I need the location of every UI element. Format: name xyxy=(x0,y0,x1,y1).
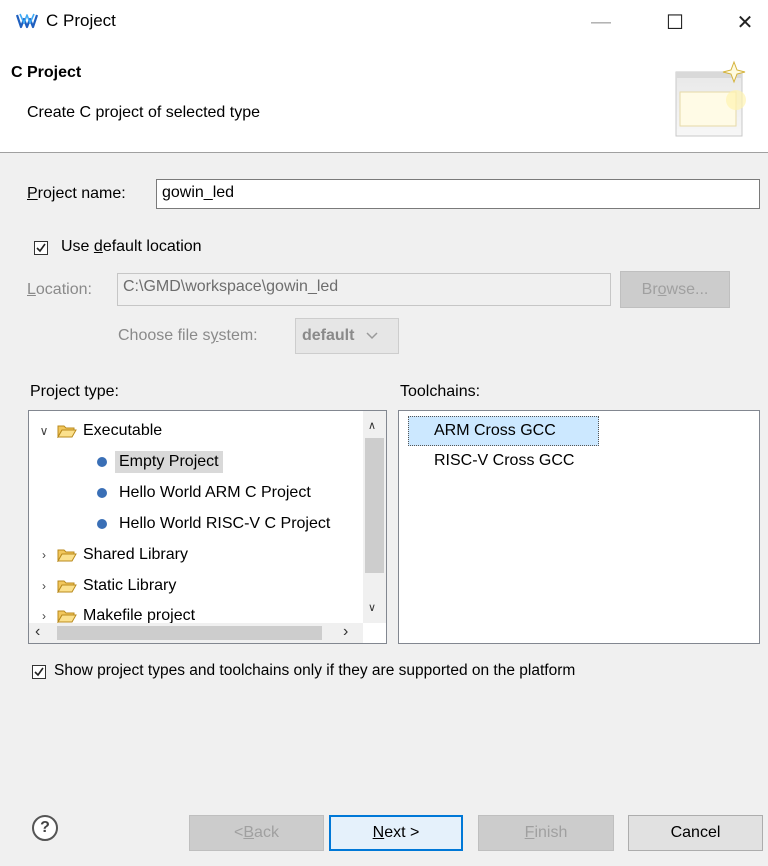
scroll-up-icon[interactable]: ∧ xyxy=(368,419,376,432)
toolchain-item-riscv[interactable]: RISC-V Cross GCC xyxy=(408,447,648,477)
tree-item-label: Hello World ARM C Project xyxy=(119,484,311,501)
chevron-right-icon[interactable]: › xyxy=(37,579,51,593)
toolchains-list: ARM Cross GCC RISC-V Cross GCC xyxy=(398,410,760,644)
browse-button[interactable]: Br o wse... xyxy=(620,271,730,308)
scroll-down-icon[interactable]: ∨ xyxy=(368,601,376,614)
scroll-thumb[interactable] xyxy=(365,438,384,573)
use-default-location-label: Use default location xyxy=(61,238,202,255)
checkmark-icon xyxy=(34,667,44,677)
scroll-thumb-horizontal[interactable] xyxy=(57,626,322,640)
project-type-tree: ∨ Executable Empty Project Hello World A… xyxy=(28,410,387,644)
tree-horizontal-scrollbar[interactable]: ‹ › xyxy=(29,623,363,643)
next-button[interactable]: Next > xyxy=(329,815,463,851)
scroll-right-icon[interactable]: › xyxy=(343,623,348,641)
help-icon[interactable]: ? xyxy=(32,815,58,841)
file-system-value: default xyxy=(302,327,355,344)
tree-item-label: Empty Project xyxy=(115,451,223,473)
toolchains-label: Toolchains: xyxy=(400,383,481,400)
chevron-down-icon xyxy=(366,332,378,340)
project-name-input[interactable]: gowin_led xyxy=(156,179,760,209)
tree-item-hello-world-riscv[interactable]: Hello World RISC-V C Project xyxy=(97,509,330,539)
wizard-title: C Project xyxy=(11,64,82,81)
tree-item-shared-library[interactable]: › Shared Library xyxy=(37,540,188,570)
wizard-header: C Project Create C project of selected t… xyxy=(0,44,768,153)
tree-item-executable[interactable]: ∨ Executable xyxy=(37,416,163,446)
close-button[interactable]: ✕ xyxy=(722,0,768,44)
tree-item-label: Static Library xyxy=(83,577,177,594)
project-name-label: Project name: xyxy=(27,185,126,202)
tree-item-label: Hello World RISC-V C Project xyxy=(119,515,331,532)
file-system-label: Choose file system: xyxy=(118,327,258,344)
title-bar: C Project — ☐ ✕ xyxy=(0,0,768,44)
tree-item-label: Executable xyxy=(83,422,163,439)
new-project-wizard-icon xyxy=(675,60,746,137)
tree-item-hello-world-arm[interactable]: Hello World ARM C Project xyxy=(97,478,311,508)
app-logo-icon xyxy=(16,13,38,29)
scroll-left-icon[interactable]: ‹ xyxy=(35,623,40,641)
project-type-bullet-icon xyxy=(97,519,107,529)
minimize-button[interactable]: — xyxy=(578,0,624,44)
checkmark-icon xyxy=(36,243,46,253)
maximize-button[interactable]: ☐ xyxy=(652,0,698,44)
tree-item-static-library[interactable]: › Static Library xyxy=(37,571,176,601)
finish-button[interactable]: Finish xyxy=(478,815,614,851)
project-type-label: Project type: xyxy=(30,383,119,400)
folder-icon xyxy=(57,549,77,562)
chevron-down-icon[interactable]: ∨ xyxy=(37,424,51,438)
tree-vertical-scrollbar[interactable]: ∧ ∨ xyxy=(363,411,386,623)
show-supported-only-label: Show project types and toolchains only i… xyxy=(54,662,576,679)
file-system-select[interactable]: default xyxy=(295,318,399,354)
chevron-right-icon[interactable]: › xyxy=(37,548,51,562)
chevron-right-icon[interactable]: › xyxy=(37,609,51,623)
show-supported-only-checkbox[interactable] xyxy=(32,665,46,679)
tree-item-empty-project[interactable]: Empty Project xyxy=(97,447,223,477)
tree-item-label: Shared Library xyxy=(83,546,188,563)
back-button[interactable]: < Back xyxy=(189,815,324,851)
toolchain-item-arm[interactable]: ARM Cross GCC xyxy=(408,416,599,446)
window-title: C Project xyxy=(46,11,116,30)
wizard-description: Create C project of selected type xyxy=(27,104,261,121)
location-input[interactable]: C:\GMD\workspace\gowin_led xyxy=(117,273,611,306)
location-label: Location: xyxy=(27,281,92,298)
cancel-button[interactable]: Cancel xyxy=(628,815,763,851)
folder-icon xyxy=(57,580,77,593)
folder-open-icon xyxy=(57,425,77,438)
project-type-bullet-icon xyxy=(97,488,107,498)
project-type-bullet-icon xyxy=(97,457,107,467)
use-default-location-checkbox[interactable] xyxy=(34,241,48,255)
folder-icon xyxy=(57,610,77,623)
